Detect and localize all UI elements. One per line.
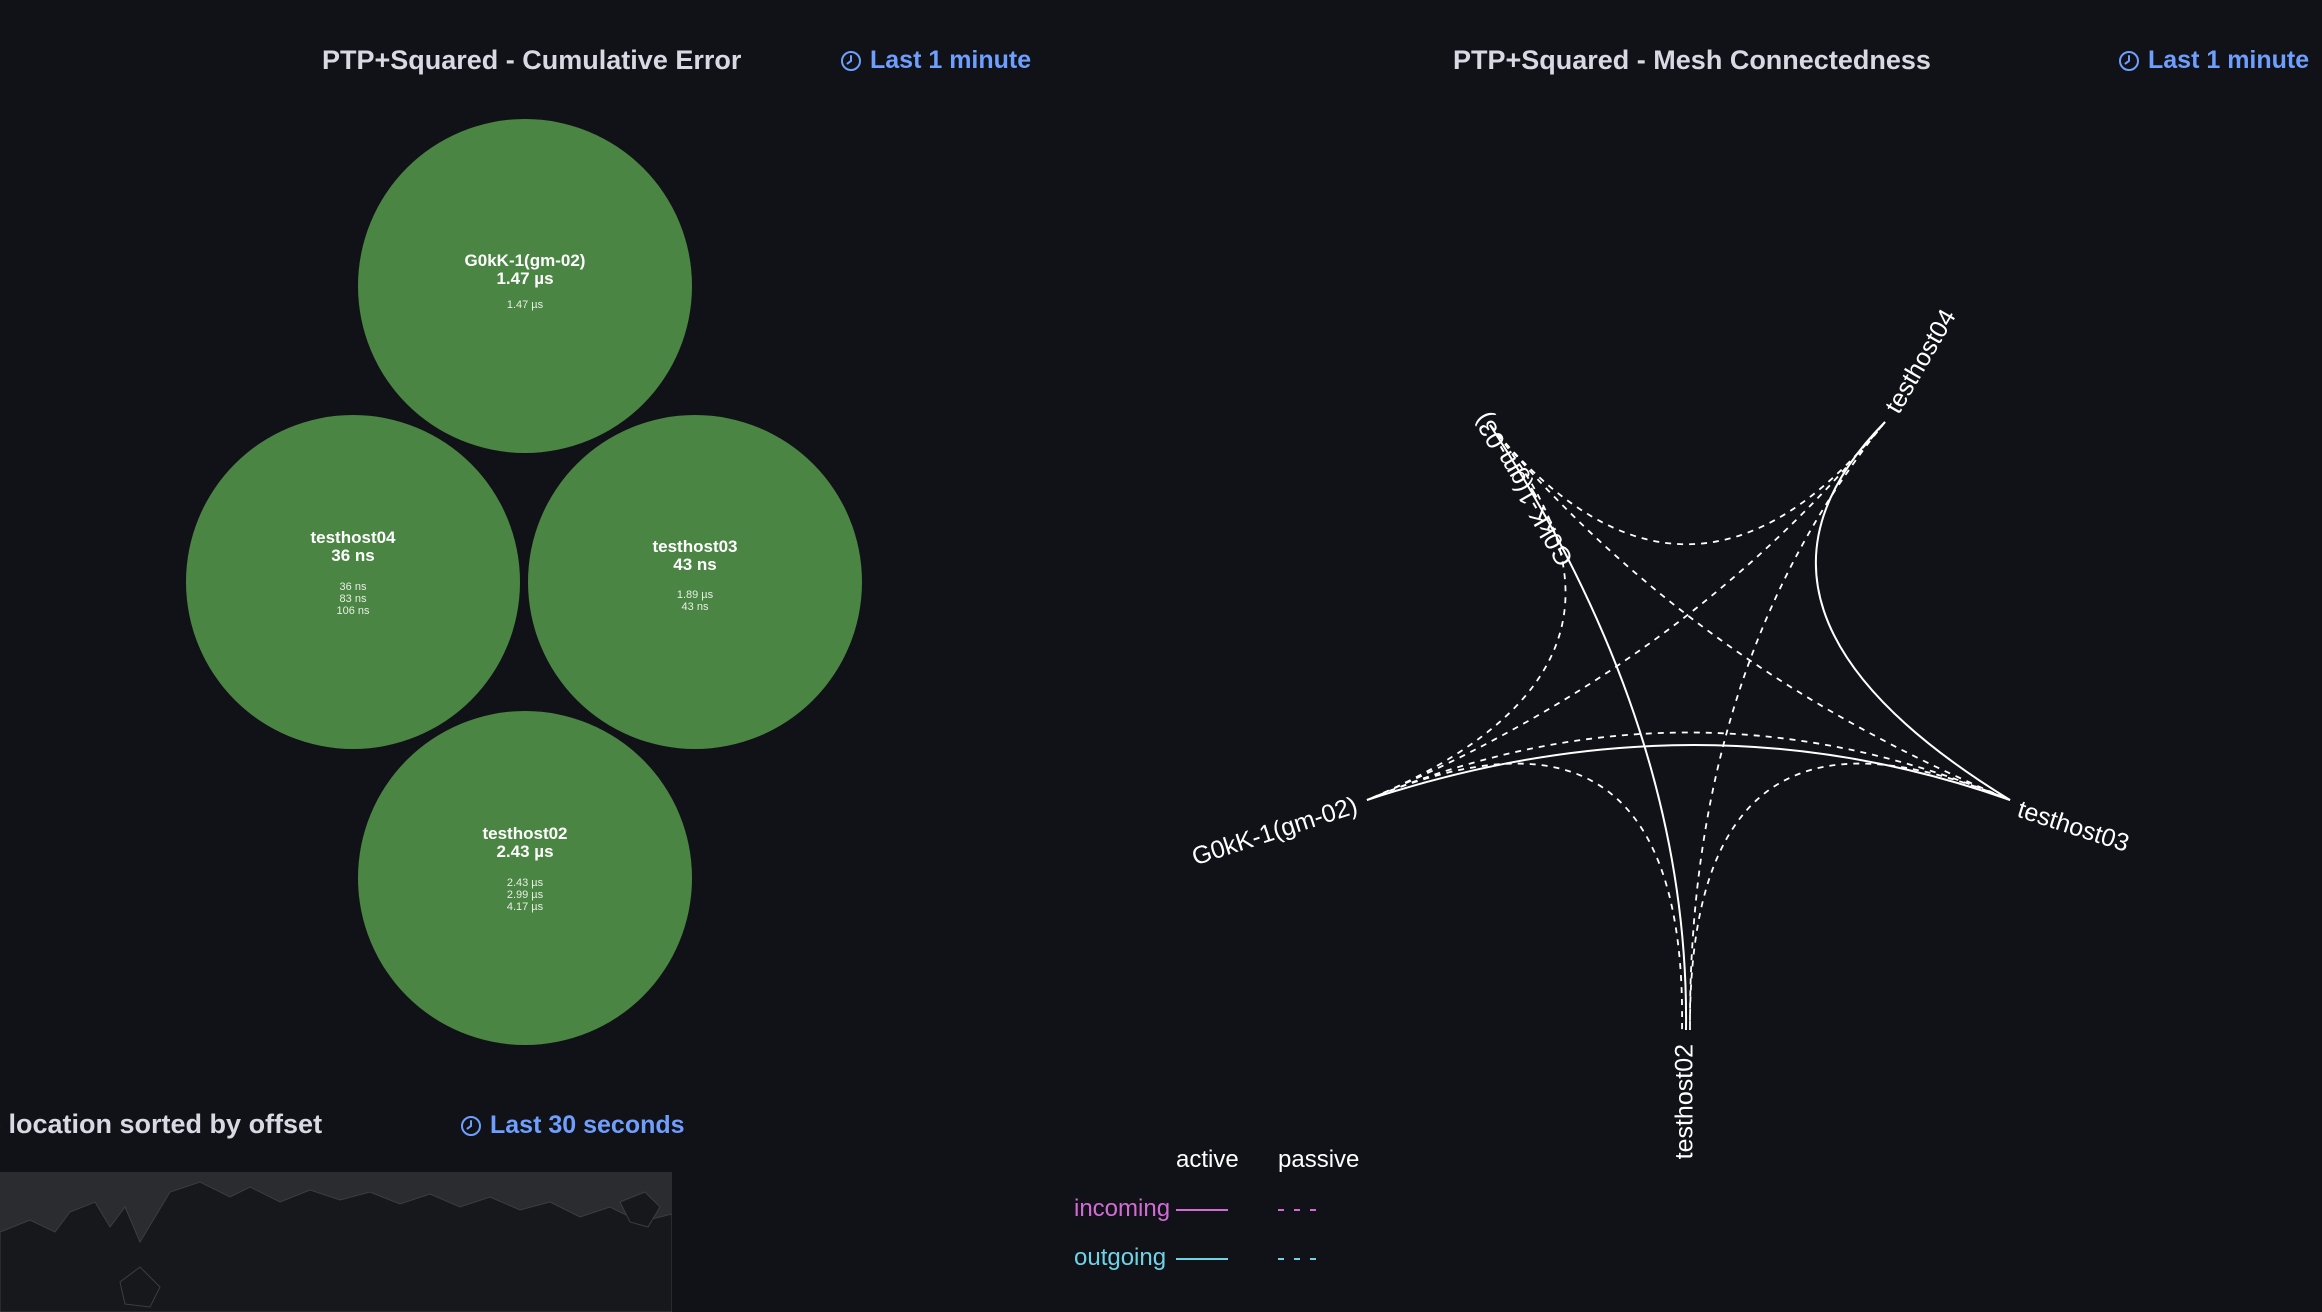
cumulative-time-range-label: Last 1 minute (870, 46, 1032, 74)
mesh-link-passive (1366, 424, 1567, 801)
bubble-node-testhost02[interactable]: testhost02 2.43 µs 2.43 µs 2.99 µs 4.17 … (358, 711, 692, 1045)
world-map[interactable] (0, 1172, 672, 1312)
clock-icon (841, 50, 861, 71)
mesh-passive-links (1366, 421, 2011, 1031)
mesh-time-range-button[interactable]: Last 1 minute (2118, 46, 2309, 75)
cumulative-bubble-chart: G0kK-1(gm-02) 1.47 µs 1.47 µs testhost04… (186, 119, 862, 1045)
location-panel-title: e location sorted by offset (0, 1109, 322, 1140)
mesh-connectedness-title: PTP+Squared - Mesh Connectedness (1453, 45, 1931, 75)
mesh-link-active (1366, 744, 2011, 801)
bubble-detail: 4.17 µs (507, 901, 544, 913)
cumulative-time-range-button[interactable]: Last 1 minute (840, 46, 1031, 75)
bubble-detail: 106 ns (336, 605, 370, 617)
legend-outgoing-label: outgoing (1074, 1244, 1167, 1271)
mesh-links (1366, 421, 2011, 1031)
legend-header-active: active (1176, 1146, 1239, 1173)
mesh-link-active (1814, 421, 2011, 801)
legend-header-passive: passive (1278, 1146, 1360, 1173)
bubble-name: testhost04 (310, 528, 396, 547)
bubble-detail: 1.47 µs (507, 299, 544, 311)
bubble-circle (528, 415, 862, 749)
bubble-detail: 83 ns (340, 593, 367, 605)
clock-icon (2119, 50, 2139, 71)
bubble-value: 43 ns (673, 555, 716, 574)
location-title-text: location sorted by offset (8, 1109, 323, 1139)
mesh-link-passive (1489, 424, 2011, 801)
mesh-time-range-label: Last 1 minute (2148, 46, 2310, 74)
mesh-node-label[interactable]: testhost02 (1671, 1044, 1699, 1159)
bubble-value: 36 ns (331, 546, 374, 565)
legend-incoming-active-line (1176, 1209, 1228, 1211)
bubble-detail: 36 ns (340, 581, 367, 593)
bubble-node-gm02[interactable]: G0kK-1(gm-02) 1.47 µs 1.47 µs (358, 119, 692, 453)
location-time-range-button[interactable]: Last 30 seconds (460, 1111, 685, 1140)
bubble-name: testhost02 (482, 824, 567, 843)
bubble-detail: 43 ns (682, 601, 709, 613)
mesh-link-passive (1366, 421, 1886, 801)
mesh-node-label[interactable]: testhost04 (1880, 304, 1962, 418)
bubble-name: G0kK-1(gm-02) (465, 251, 586, 270)
map-landmass (0, 1181, 672, 1312)
legend-incoming-passive-line (1278, 1209, 1322, 1211)
mesh-link-passive (1689, 421, 1886, 1031)
mesh-link-passive (1366, 731, 2011, 801)
cumulative-error-title: PTP+Squared - Cumulative Error (322, 45, 742, 75)
bubble-node-testhost03[interactable]: testhost03 43 ns 1.89 µs 43 ns (528, 415, 862, 749)
location-time-range-label: Last 30 seconds (490, 1111, 685, 1139)
bubble-detail: 1.89 µs (677, 589, 714, 601)
mesh-chord-diagram: G0kK-1(gm-03) testhost04 testhost03 test… (1188, 304, 2132, 1159)
mesh-link-active (1489, 424, 1688, 1031)
mesh-node-labels: G0kK-1(gm-03) testhost04 testhost03 test… (1188, 304, 2132, 1159)
legend-outgoing-active-line (1176, 1258, 1228, 1260)
bubble-detail: 2.99 µs (507, 889, 544, 901)
bubble-node-testhost04[interactable]: testhost04 36 ns 36 ns 83 ns 106 ns (186, 415, 520, 749)
mesh-node-label[interactable]: testhost03 (2014, 795, 2132, 857)
mesh-node-label[interactable]: G0kK-1(gm-03) (1469, 408, 1579, 571)
bubble-name: testhost03 (652, 537, 737, 556)
clock-icon (461, 1115, 481, 1136)
bubble-detail: 2.43 µs (507, 877, 544, 889)
legend-outgoing-passive-line (1278, 1258, 1322, 1260)
bubble-value: 2.43 µs (496, 842, 553, 861)
mesh-link-passive (1366, 762, 1683, 1031)
truncated-prefix: e (0, 1109, 9, 1139)
mesh-node-label[interactable]: G0kK-1(gm-02) (1188, 791, 1360, 871)
bubble-value: 1.47 µs (496, 269, 553, 288)
mesh-link-passive (1689, 762, 2011, 1031)
legend-incoming-label: incoming (1074, 1195, 1171, 1222)
